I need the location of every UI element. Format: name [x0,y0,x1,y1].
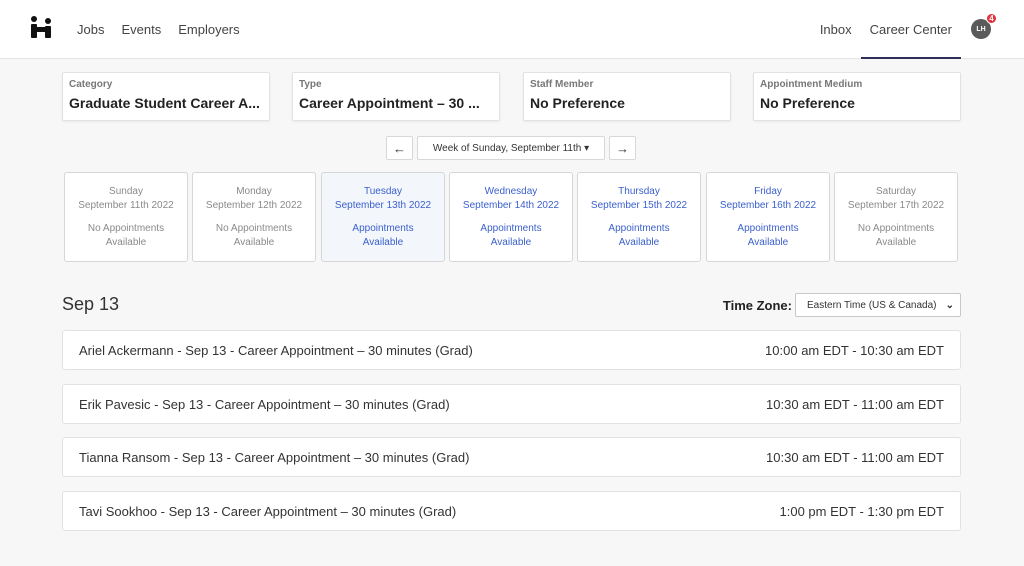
top-navigation: Jobs Events Employers Inbox Career Cente… [0,0,1024,59]
day-card-monday[interactable]: Monday September 12th 2022 No Appointments… [192,172,316,262]
next-week-button[interactable]: → [609,136,636,160]
day-status: Appointments [608,223,670,234]
user-menu[interactable]: LH 4 [971,13,997,39]
timezone-control: Time Zone: Eastern Time (US & Canada) ⌄ [723,293,961,317]
week-selector-dropdown[interactable]: Week of Sunday, September 11th ▾ [417,136,605,160]
day-card-saturday[interactable]: Saturday September 17th 2022 No Appointmen… [834,172,958,262]
arrow-right-icon: → [616,140,629,156]
week-navigation: ← Week of Sunday, September 11th ▾ → [386,136,636,160]
timezone-select[interactable]: Eastern Time (US & Canada) ⌄ [795,293,961,317]
slot-title: Ariel Ackermann - Sep 13 - Career Appoin… [79,342,473,358]
day-status-secondary: Available [618,237,660,248]
timezone-value: Eastern Time (US & Canada) [807,299,937,311]
day-status: Appointments [737,223,799,234]
slot-time: 10:30 am EDT - 11:00 am EDT [766,396,944,412]
day-weekday: Friday [754,186,782,197]
day-date: September 13th 2022 [334,200,432,211]
week-day-selector: Sunday September 11th 2022 No Appointments… [64,172,960,262]
filter-value: Graduate Student Career A... [69,95,260,111]
filter-value: No Preference [530,95,625,111]
day-status-secondary: Available [105,237,147,248]
appointment-slot[interactable]: Tavi Sookhoo - Sep 13 - Career Appointme… [62,491,961,531]
day-card-sunday[interactable]: Sunday September 11th 2022 No Appointments… [64,172,188,262]
nav-career-center[interactable]: Career Center [860,0,962,59]
day-date: September 14th 2022 [462,200,560,211]
appointment-filters: Category Graduate Student Career A... Ty… [62,72,961,121]
filter-category[interactable]: Category Graduate Student Career A... [62,72,270,121]
filter-label: Type [299,79,322,90]
filter-value: No Preference [760,95,855,111]
day-weekday: Thursday [618,186,660,197]
day-status-secondary: Available [875,237,917,248]
nav-events[interactable]: Events [121,22,161,37]
day-card-wednesday[interactable]: Wednesday September 14th 2022 Appointments… [449,172,573,262]
day-status-secondary: Available [362,237,404,248]
filter-value: Career Appointment – 30 ... [299,95,480,111]
day-date: September 16th 2022 [719,200,817,211]
notification-badge: 4 [986,13,997,24]
chevron-down-icon: ⌄ [945,299,954,311]
day-status-secondary: Available [490,237,532,248]
slot-time: 10:00 am EDT - 10:30 am EDT [765,342,944,358]
nav-employers[interactable]: Employers [178,22,239,37]
previous-week-button[interactable]: ← [386,136,413,160]
filter-type[interactable]: Type Career Appointment – 30 ... [292,72,500,121]
slot-title: Tavi Sookhoo - Sep 13 - Career Appointme… [79,503,457,519]
day-weekday: Sunday [109,186,143,197]
filter-label: Category [69,79,113,90]
day-card-friday[interactable]: Friday September 16th 2022 Appointments Ava… [706,172,830,262]
day-status: No Appointments [87,223,165,234]
arrow-left-icon: ← [393,140,406,156]
handshake-logo-icon[interactable] [29,15,53,39]
slot-time: 10:30 am EDT - 11:00 am EDT [766,449,944,465]
day-date: September 17th 2022 [847,200,945,211]
day-date: September 15th 2022 [590,200,688,211]
day-card-tuesday[interactable]: Tuesday September 13th 2022 Appointments Av… [321,172,445,262]
appointment-slot[interactable]: Ariel Ackermann - Sep 13 - Career Appoin… [62,330,961,370]
filter-staff-member[interactable]: Staff Member No Preference [523,72,731,121]
filter-label: Appointment Medium [760,79,863,90]
day-status-secondary: Available [233,237,275,248]
day-status-secondary: Available [747,237,789,248]
day-weekday: Tuesday [364,186,402,197]
day-date: September 12th 2022 [205,200,303,211]
timezone-label: Time Zone: [722,297,792,313]
day-card-thursday[interactable]: Thursday September 15th 2022 Appointments A… [577,172,701,262]
day-weekday: Monday [236,186,272,197]
filter-label: Staff Member [530,79,594,90]
slot-title: Tianna Ransom - Sep 13 - Career Appointm… [79,449,470,465]
day-status: Appointments [480,223,542,234]
appointment-slot[interactable]: Erik Pavesic - Sep 13 - Career Appointme… [62,384,961,424]
slot-time: 1:00 pm EDT - 1:30 pm EDT [779,503,945,519]
day-status: No Appointments [857,223,935,234]
nav-inbox[interactable]: Inbox [811,0,861,58]
day-weekday: Wednesday [484,186,538,197]
day-status: Appointments [352,223,414,234]
nav-jobs[interactable]: Jobs [77,22,104,37]
selected-date-heading: Sep 13 [62,294,120,314]
day-weekday: Saturday [875,186,917,197]
day-status: No Appointments [215,223,293,234]
slot-title: Erik Pavesic - Sep 13 - Career Appointme… [79,396,450,412]
appointment-slot[interactable]: Tianna Ransom - Sep 13 - Career Appointm… [62,437,961,477]
filter-appointment-medium[interactable]: Appointment Medium No Preference [753,72,961,121]
day-date: September 11th 2022 [78,200,174,211]
